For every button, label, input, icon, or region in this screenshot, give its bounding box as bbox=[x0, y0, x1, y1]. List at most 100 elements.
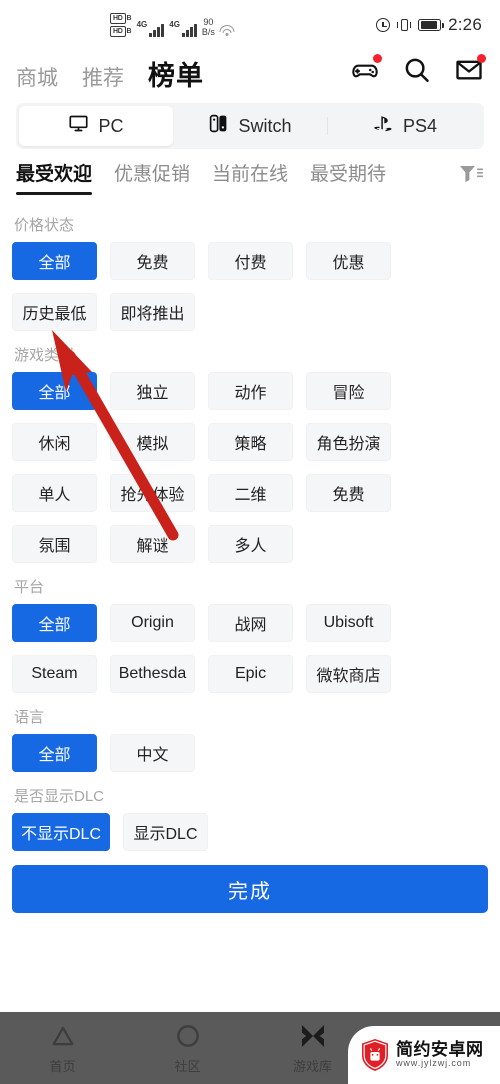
mail-icon[interactable] bbox=[454, 54, 486, 85]
group-title-game-type: 游戏类型 bbox=[14, 347, 75, 364]
chip-genre-free[interactable]: 免费 bbox=[306, 474, 391, 512]
chip-dlc-show[interactable]: 显示DLC bbox=[123, 813, 209, 851]
battery-icon bbox=[418, 19, 445, 31]
chip-language-chinese[interactable]: 中文 bbox=[110, 734, 195, 772]
group-title-dlc: 是否显示DLC bbox=[14, 788, 105, 805]
network-type-1: 4G bbox=[136, 20, 148, 29]
tab-switch[interactable]: Switch bbox=[173, 106, 327, 146]
chip-genre-2d[interactable]: 二维 bbox=[208, 474, 293, 512]
chip-language-all[interactable]: 全部 bbox=[12, 734, 97, 772]
chip-list-dlc: 不显示DLC 显示DLC bbox=[12, 813, 488, 851]
chip-list-game-type: 全部 独立 动作 冒险 休闲 模拟 策略 角色扮演 单人 抢先体验 二维 免费 … bbox=[12, 372, 488, 563]
wifi-icon bbox=[219, 24, 235, 37]
bottom-nav-home[interactable]: 首页 bbox=[0, 1021, 125, 1075]
group-title-platform: 平台 bbox=[14, 579, 45, 596]
chip-price-coming-soon[interactable]: 即将推出 bbox=[110, 293, 195, 331]
chip-platform-ubisoft[interactable]: Ubisoft bbox=[306, 604, 391, 642]
sub-tabs: 最受欢迎 优惠促销 当前在线 最受期待 bbox=[0, 149, 500, 197]
chip-genre-early-access[interactable]: 抢先体验 bbox=[110, 474, 195, 512]
gamepad-badge-dot bbox=[373, 54, 382, 63]
watermark-title: 简约安卓网 bbox=[396, 1040, 484, 1060]
bottom-nav-home-label: 首页 bbox=[49, 1059, 76, 1074]
chip-genre-rpg[interactable]: 角色扮演 bbox=[306, 423, 391, 461]
subtab-most-anticipated[interactable]: 最受期待 bbox=[310, 159, 386, 197]
gamepad-icon[interactable] bbox=[350, 54, 382, 85]
chip-genre-adventure[interactable]: 冒险 bbox=[306, 372, 391, 410]
chip-genre-singleplayer[interactable]: 单人 bbox=[12, 474, 97, 512]
watermark-text: 简约安卓网 www.jylzwj.com bbox=[396, 1041, 484, 1068]
chip-genre-strategy[interactable]: 策略 bbox=[208, 423, 293, 461]
hd-sub-1: B bbox=[126, 15, 132, 22]
subtab-promotions[interactable]: 优惠促销 bbox=[114, 159, 190, 197]
chip-price-paid[interactable]: 付费 bbox=[208, 242, 293, 280]
hd-sub-2: B bbox=[126, 28, 132, 35]
chip-genre-casual[interactable]: 休闲 bbox=[12, 423, 97, 461]
group-title-language: 语言 bbox=[14, 709, 45, 726]
done-button-wrap: 完成 bbox=[0, 851, 500, 925]
playstation-icon bbox=[371, 113, 394, 139]
tab-switch-label: Switch bbox=[238, 115, 292, 136]
tab-pc[interactable]: PC bbox=[19, 106, 173, 146]
search-icon[interactable] bbox=[402, 55, 432, 85]
mail-badge-dot bbox=[477, 54, 486, 63]
status-bar: HD B HD B 4G 4G 90 B/s 2:26 bbox=[0, 0, 500, 50]
tab-pc-label: PC bbox=[98, 115, 124, 136]
filter-group-price-status: 价格状态 全部 免费 付费 优惠 历史最低 即将推出 bbox=[0, 214, 500, 331]
android-shield-icon bbox=[360, 1038, 390, 1072]
chip-price-all[interactable]: 全部 bbox=[12, 242, 97, 280]
top-navigation: 商城 推荐 榜单 bbox=[0, 50, 500, 99]
filter-group-platform: 平台 全部 Origin 战网 Ubisoft Steam Bethesda E… bbox=[0, 576, 500, 693]
chip-platform-steam[interactable]: Steam bbox=[12, 655, 97, 693]
chip-genre-multiplayer[interactable]: 多人 bbox=[208, 525, 293, 563]
network-speed: 90 B/s bbox=[202, 17, 215, 37]
signal-icon-1: 4G bbox=[137, 20, 165, 37]
filter-group-game-type: 游戏类型 全部 独立 动作 冒险 休闲 模拟 策略 角色扮演 单人 抢先体验 二… bbox=[0, 344, 500, 563]
hd-icon: HD B HD B bbox=[110, 13, 132, 37]
chip-price-free[interactable]: 免费 bbox=[110, 242, 195, 280]
chip-genre-atmospheric[interactable]: 氛围 bbox=[12, 525, 97, 563]
filter-group-dlc: 是否显示DLC 不显示DLC 显示DLC bbox=[0, 785, 500, 851]
chip-dlc-hide[interactable]: 不显示DLC bbox=[12, 813, 111, 851]
bottom-nav-community[interactable]: 社区 bbox=[125, 1021, 250, 1075]
chip-genre-puzzle[interactable]: 解谜 bbox=[110, 525, 195, 563]
chip-platform-bethesda[interactable]: Bethesda bbox=[110, 655, 195, 693]
filter-icon[interactable] bbox=[458, 163, 484, 185]
triangle-icon bbox=[48, 1021, 78, 1051]
chip-platform-microsoft-store[interactable]: 微软商店 bbox=[306, 655, 391, 693]
alarm-icon bbox=[376, 18, 391, 32]
chip-genre-indie[interactable]: 独立 bbox=[110, 372, 195, 410]
switch-icon bbox=[208, 113, 229, 139]
circle-icon bbox=[173, 1021, 203, 1051]
header-actions bbox=[350, 54, 486, 85]
chip-platform-all[interactable]: 全部 bbox=[12, 604, 97, 642]
platform-segmented-control: PC Switch PS4 bbox=[16, 103, 484, 149]
chip-price-historic-low[interactable]: 历史最低 bbox=[12, 293, 97, 331]
hd-label-2: HD bbox=[110, 26, 126, 37]
filter-group-language: 语言 全部 中文 bbox=[0, 706, 500, 772]
chip-list-platform: 全部 Origin 战网 Ubisoft Steam Bethesda Epic… bbox=[12, 604, 488, 693]
watermark-url: www.jylzwj.com bbox=[396, 1058, 472, 1069]
subtab-currently-online[interactable]: 当前在线 bbox=[212, 159, 288, 197]
nav-item-recommend[interactable]: 推荐 bbox=[82, 62, 124, 92]
chip-platform-epic[interactable]: Epic bbox=[208, 655, 293, 693]
chip-platform-battlenet[interactable]: 战网 bbox=[208, 604, 293, 642]
status-bar-time: 2:26 bbox=[448, 15, 482, 34]
status-bar-left: HD B HD B 4G 4G 90 B/s bbox=[110, 13, 235, 37]
subtab-most-popular[interactable]: 最受欢迎 bbox=[16, 159, 93, 197]
bottom-nav-community-label: 社区 bbox=[174, 1059, 201, 1074]
bottom-nav-game-library-label: 游戏库 bbox=[292, 1059, 332, 1074]
hd-label-1: HD bbox=[110, 13, 126, 24]
tab-ps4-label: PS4 bbox=[402, 115, 438, 136]
chip-genre-all[interactable]: 全部 bbox=[12, 372, 97, 410]
nav-item-rankings[interactable]: 榜单 bbox=[148, 54, 204, 93]
chip-price-discount[interactable]: 优惠 bbox=[306, 242, 391, 280]
chip-genre-simulation[interactable]: 模拟 bbox=[110, 423, 195, 461]
done-button[interactable]: 完成 bbox=[12, 865, 488, 913]
group-title-price-status: 价格状态 bbox=[14, 217, 75, 234]
tab-ps4[interactable]: PS4 bbox=[327, 106, 481, 146]
monitor-icon bbox=[68, 113, 89, 139]
nav-item-mall[interactable]: 商城 bbox=[16, 62, 58, 92]
chip-platform-origin[interactable]: Origin bbox=[110, 604, 195, 642]
network-type-2: 4G bbox=[169, 20, 180, 29]
chip-genre-action[interactable]: 动作 bbox=[208, 372, 293, 410]
